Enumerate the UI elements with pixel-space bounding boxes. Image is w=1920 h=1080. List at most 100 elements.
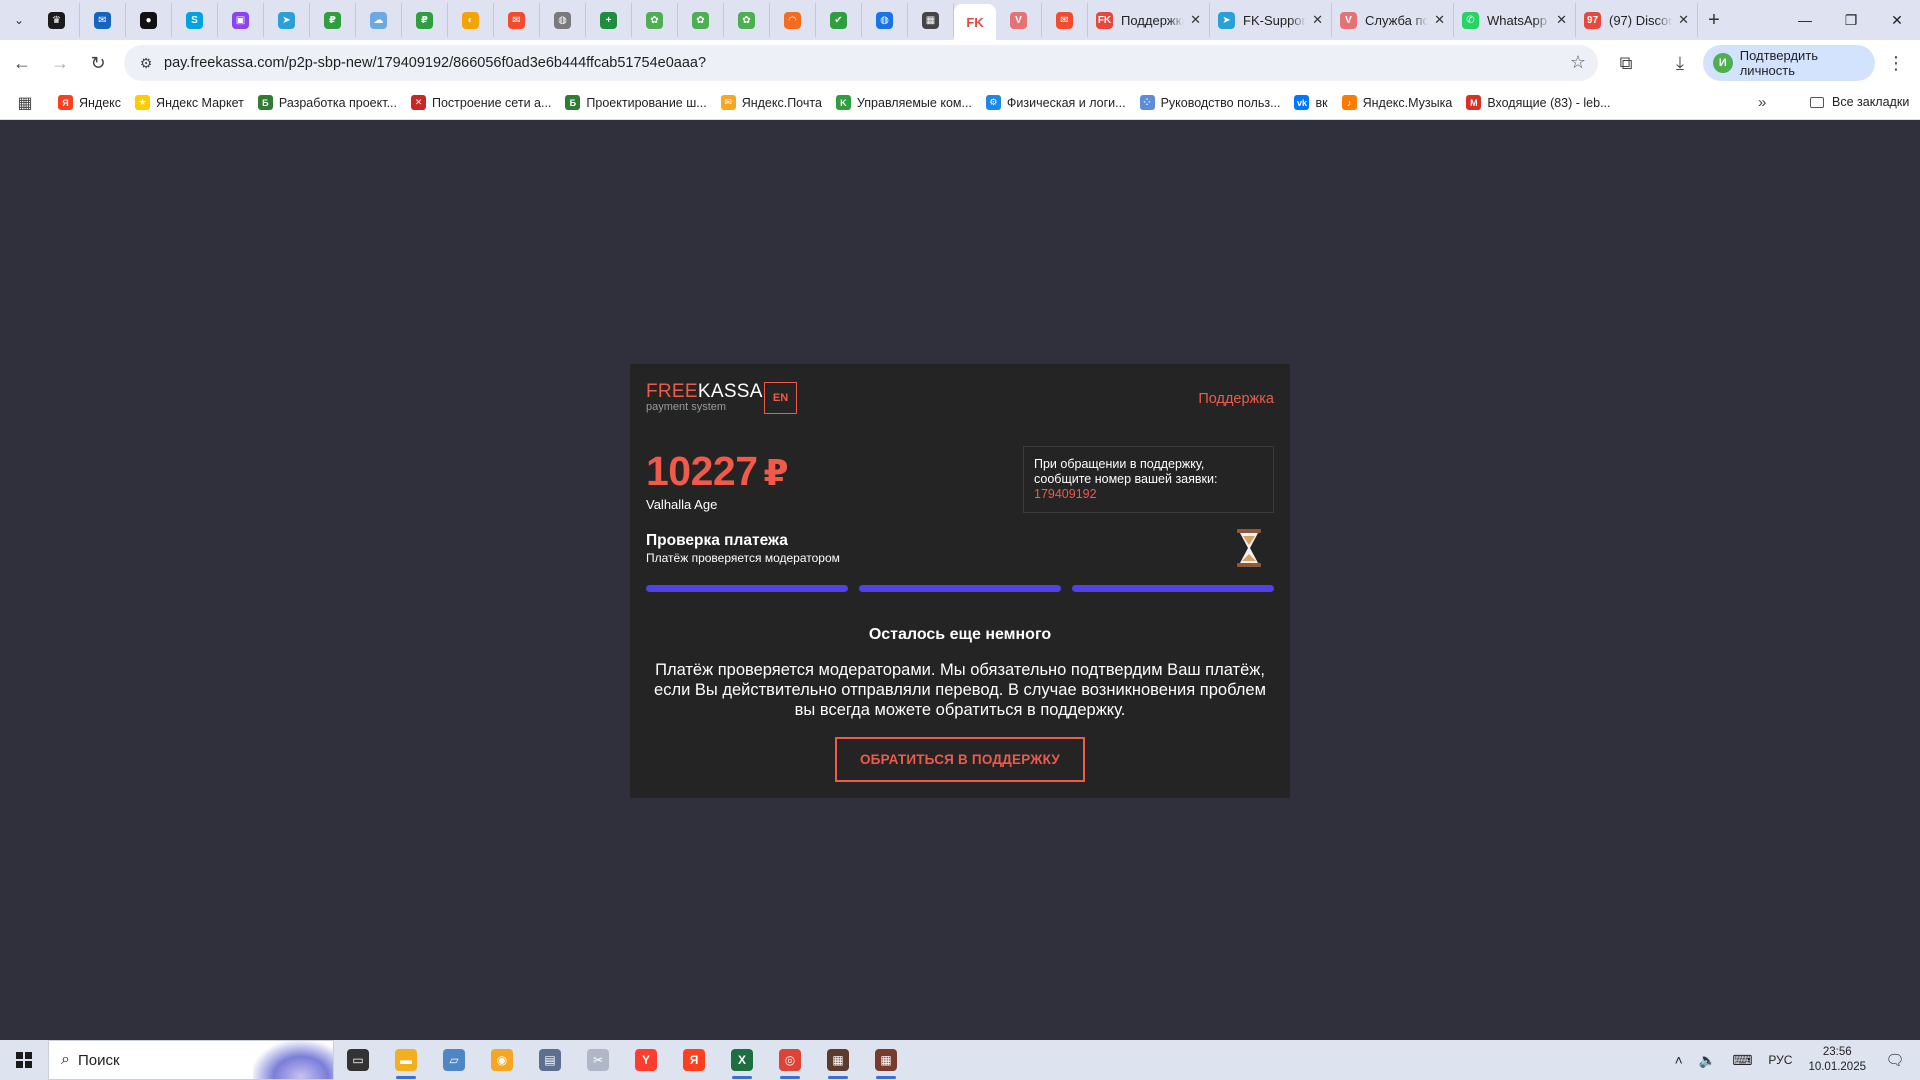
bookmark-item[interactable]: ♪ Яндекс.Музыка xyxy=(1341,95,1452,110)
browser-tab[interactable]: 97 (97) Discord ✕ xyxy=(1576,3,1698,37)
pinned-tab[interactable]: S xyxy=(172,3,218,37)
taskbar-app[interactable]: Я xyxy=(670,1040,718,1080)
tab-title: WhatsApp xyxy=(1487,12,1547,28)
bookmark-item[interactable]: Б Разработка проект... xyxy=(257,95,397,110)
volume-icon[interactable]: 🔈 xyxy=(1699,1052,1716,1069)
start-button[interactable] xyxy=(0,1040,48,1080)
payment-card: FREEKASSA payment system EN Поддержка 10… xyxy=(630,364,1290,798)
pinned-tab[interactable]: ✉ xyxy=(1042,3,1088,37)
support-link[interactable]: Поддержка xyxy=(1198,391,1274,407)
pinned-tab[interactable]: ₽ xyxy=(310,3,356,37)
taskbar-app[interactable]: ▤ xyxy=(526,1040,574,1080)
taskbar-search-box[interactable]: ⌕ Поиск xyxy=(48,1040,334,1080)
pinned-tab[interactable]: ₽ xyxy=(402,3,448,37)
bookmark-label: вк xyxy=(1315,95,1328,110)
download-icon[interactable]: ⤓ xyxy=(1664,48,1696,78)
minimize-button[interactable]: — xyxy=(1782,0,1828,40)
vk-icon: vk xyxy=(1294,95,1310,110)
bookmark-item[interactable]: ✉ Яндекс.Почта xyxy=(720,95,822,110)
close-tab-icon[interactable]: ✕ xyxy=(1434,12,1445,28)
bookmark-item[interactable]: ✕ Построение сети а... xyxy=(410,95,551,110)
pinned-tab[interactable]: ♛ xyxy=(34,3,80,37)
input-language[interactable]: РУС xyxy=(1768,1053,1792,1067)
browser-tab[interactable]: ✆ WhatsApp ✕ xyxy=(1454,3,1576,37)
pinned-tab[interactable]: ➤ xyxy=(264,3,310,37)
pinned-tab[interactable]: ✿ xyxy=(632,3,678,37)
pinned-tab[interactable]: ◐ xyxy=(448,3,494,37)
bookmarks-overflow-icon[interactable]: » xyxy=(1758,94,1766,111)
tab-active-freekassa[interactable]: FK xyxy=(954,4,996,40)
pinned-tab[interactable]: ▣ xyxy=(218,3,264,37)
pinned-tab[interactable]: ✿ xyxy=(678,3,724,37)
all-bookmarks-button[interactable]: Все закладки xyxy=(1810,95,1909,109)
notifications-icon[interactable]: 🗨 xyxy=(1880,1051,1910,1069)
pinned-tab[interactable]: ✉ xyxy=(494,3,540,37)
taskbar-app[interactable]: ▱ xyxy=(430,1040,478,1080)
pinned-tab[interactable]: ▦ xyxy=(908,3,954,37)
bookmark-item[interactable]: Б Проектирование ш... xyxy=(565,95,707,110)
forward-button[interactable]: → xyxy=(42,45,78,81)
pinned-tab[interactable]: ✿ xyxy=(724,3,770,37)
bookmark-item[interactable]: ⚙ Физическая и логи... xyxy=(985,95,1126,110)
site-info-icon[interactable]: ⚙ xyxy=(132,55,160,72)
clock[interactable]: 23:56 10.01.2025 xyxy=(1808,1045,1866,1075)
bookmark-item[interactable]: Я Яндекс xyxy=(58,95,121,110)
pinned-tab[interactable]: ◠ xyxy=(770,3,816,37)
bookmark-item[interactable]: K Управляемые ком... xyxy=(835,95,972,110)
address-url[interactable]: pay.freekassa.com/p2p-sbp-new/179409192/… xyxy=(164,55,706,71)
taskbar-app[interactable]: Y xyxy=(622,1040,670,1080)
close-tab-icon[interactable]: ✕ xyxy=(1556,12,1567,28)
status-title: Проверка платежа xyxy=(646,532,788,549)
bookmark-item[interactable]: M Входящие (83) - leb... xyxy=(1466,95,1611,110)
bookmark-item[interactable]: vk вк xyxy=(1294,95,1328,110)
profile-verify-button[interactable]: И Подтвердить личность xyxy=(1703,45,1875,81)
address-bar[interactable]: ⚙ pay.freekassa.com/p2p-sbp-new/17940919… xyxy=(124,45,1598,81)
bookmark-item[interactable]: ⁘ Руководство польз... xyxy=(1139,95,1281,110)
chrome-icon: ◎ xyxy=(779,1049,801,1071)
taskbar-app[interactable]: ▦ xyxy=(862,1040,910,1080)
apps-grid-icon[interactable]: ▦ xyxy=(8,93,42,113)
new-tab-button[interactable]: + xyxy=(1698,9,1730,32)
browser-tab[interactable]: ➤ FK-Support ✕ xyxy=(1210,3,1332,37)
close-tab-icon[interactable]: ✕ xyxy=(1312,12,1323,28)
bookmark-star-icon[interactable]: ☆ xyxy=(1570,52,1586,73)
logo-subtitle: payment system xyxy=(646,401,727,413)
taskbar-app[interactable]: ▦ xyxy=(814,1040,862,1080)
reload-button[interactable]: ↻ xyxy=(80,45,116,81)
pinned-tab[interactable]: ✔ xyxy=(816,3,862,37)
browser-tab[interactable]: FK Поддержка ✕ xyxy=(1088,3,1210,37)
tab-search-chevron-icon[interactable]: ⌄ xyxy=(4,5,34,35)
gmail-icon: M xyxy=(1466,95,1482,110)
pinned-tab[interactable]: + xyxy=(586,3,632,37)
yandex-disc-icon: ◉ xyxy=(491,1049,513,1071)
close-window-button[interactable]: ✕ xyxy=(1874,0,1920,40)
bookmark-label: Проектирование ш... xyxy=(586,95,707,110)
browser-tab[interactable]: V Служба поддержки ✕ xyxy=(1332,3,1454,37)
restore-button[interactable]: ❐ xyxy=(1828,0,1874,40)
extensions-icon[interactable]: ⧉ xyxy=(1610,48,1642,78)
pinned-tab[interactable]: ◍ xyxy=(862,3,908,37)
taskbar-app[interactable]: ✂ xyxy=(574,1040,622,1080)
keyboard-icon[interactable]: ⌨ xyxy=(1732,1052,1752,1069)
pinned-tab[interactable]: ☁ xyxy=(356,3,402,37)
bookmark-label: Руководство польз... xyxy=(1160,95,1281,110)
taskbar-app[interactable]: ◎ xyxy=(766,1040,814,1080)
search-icon: ⌕ xyxy=(61,1051,70,1068)
tray-overflow-icon[interactable]: ˄ xyxy=(1675,1052,1683,1068)
pinned-tab[interactable]: ● xyxy=(126,3,172,37)
pinned-tab[interactable]: ✉ xyxy=(80,3,126,37)
contact-support-button[interactable]: ОБРАТИТЬСЯ В ПОДДЕРЖКУ xyxy=(835,737,1085,782)
language-toggle-button[interactable]: EN xyxy=(764,382,797,414)
taskbar-app[interactable]: ◉ xyxy=(478,1040,526,1080)
taskbar-app[interactable]: ▭ xyxy=(334,1040,382,1080)
close-tab-icon[interactable]: ✕ xyxy=(1678,12,1689,28)
money-icon: ₽ xyxy=(324,11,341,29)
menu-kebab-icon[interactable]: ⋮ xyxy=(1880,48,1912,78)
taskbar-app[interactable]: X xyxy=(718,1040,766,1080)
taskbar-app[interactable]: ▬ xyxy=(382,1040,430,1080)
pinned-tab[interactable]: ◍ xyxy=(540,3,586,37)
bookmark-item[interactable]: ★ Яндекс Маркет xyxy=(135,95,244,110)
back-button[interactable]: ← xyxy=(4,45,40,81)
pinned-tab[interactable]: V xyxy=(996,3,1042,37)
close-tab-icon[interactable]: ✕ xyxy=(1190,12,1201,28)
